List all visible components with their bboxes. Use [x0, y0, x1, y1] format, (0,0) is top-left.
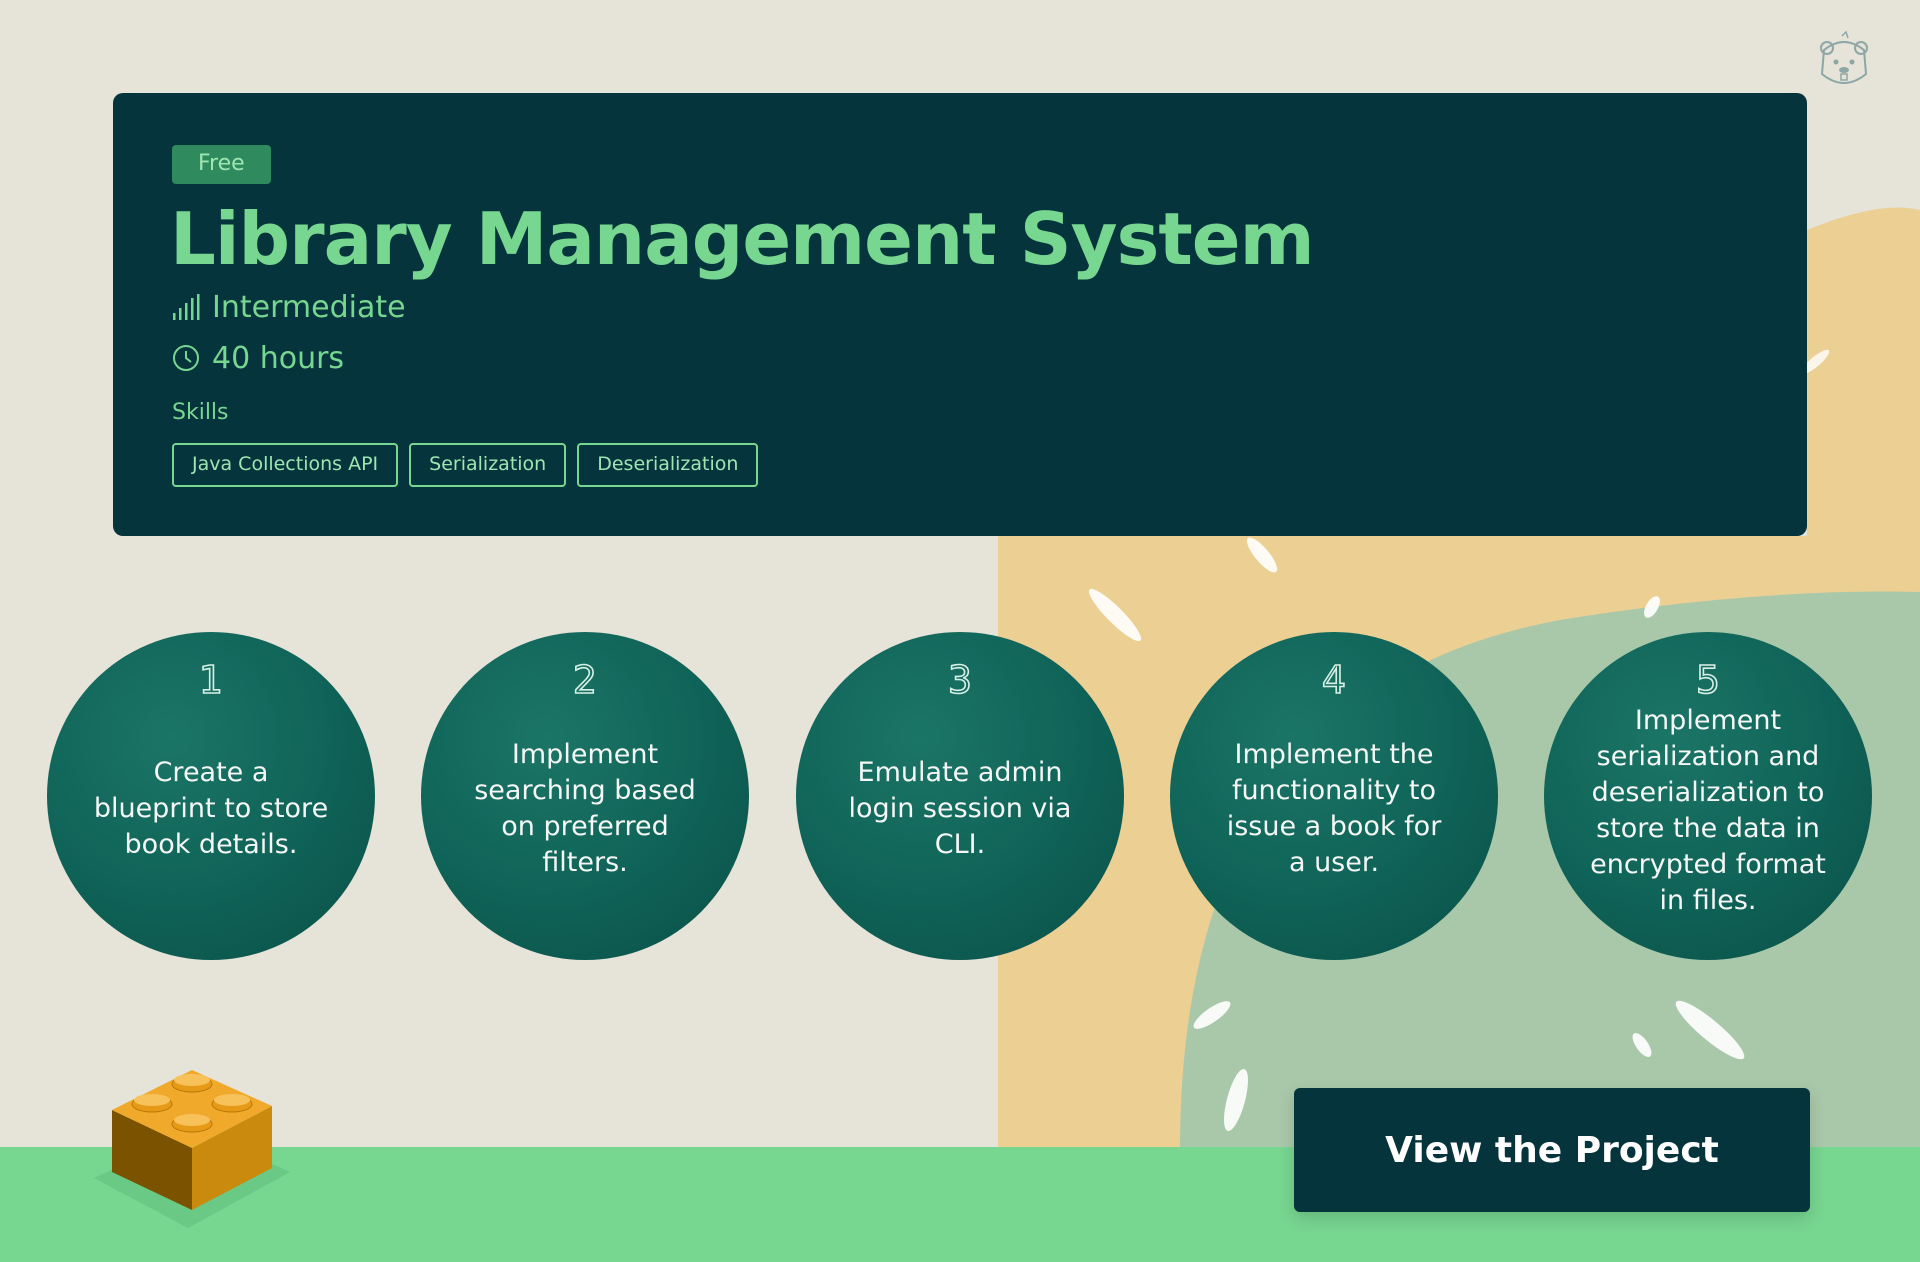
- duration-row: 40 hours: [172, 341, 1748, 376]
- project-header-card: Free Library Management System Intermedi…: [113, 93, 1807, 536]
- step-circle-1: 1 Create a blueprint to store book detai…: [47, 632, 375, 960]
- step-text: Create a blueprint to store book details…: [93, 757, 329, 860]
- signal-bars-icon: [173, 294, 200, 321]
- price-badge: Free: [172, 145, 271, 184]
- skills-label: Skills: [172, 399, 229, 425]
- step-circle-4: 4 Implement the functionality to issue a…: [1170, 632, 1498, 960]
- view-project-button[interactable]: View the Project: [1294, 1088, 1810, 1212]
- step-circle-2: 2 Implement searching based on preferred…: [421, 632, 749, 960]
- step-circle-3: 3 Emulate admin login session via CLI.: [796, 632, 1124, 960]
- skill-chip: Serialization: [409, 442, 567, 487]
- step-text: Implement searching based on preferred f…: [474, 739, 696, 878]
- level-text: Intermediate: [212, 289, 406, 325]
- beaver-logo-icon: [1820, 30, 1868, 84]
- step-circle-5: 5 Implement serialization and deserializ…: [1544, 632, 1872, 960]
- project-title: Library Management System: [170, 197, 1315, 281]
- level-row: Intermediate: [172, 290, 1748, 325]
- skills-list: Java Collections API Serialization Deser…: [172, 442, 1748, 487]
- clock-icon: [173, 345, 199, 372]
- step-text: Implement the functionality to issue a b…: [1226, 739, 1442, 878]
- lego-brick-icon: [94, 1070, 290, 1228]
- step-text: Implement serialization and deserializat…: [1590, 705, 1826, 916]
- duration-text: 40 hours: [212, 340, 345, 376]
- step-text: Emulate admin login session via CLI.: [848, 757, 1072, 860]
- skill-chip: Java Collections API: [172, 442, 399, 487]
- skill-chip: Deserialization: [577, 442, 759, 487]
